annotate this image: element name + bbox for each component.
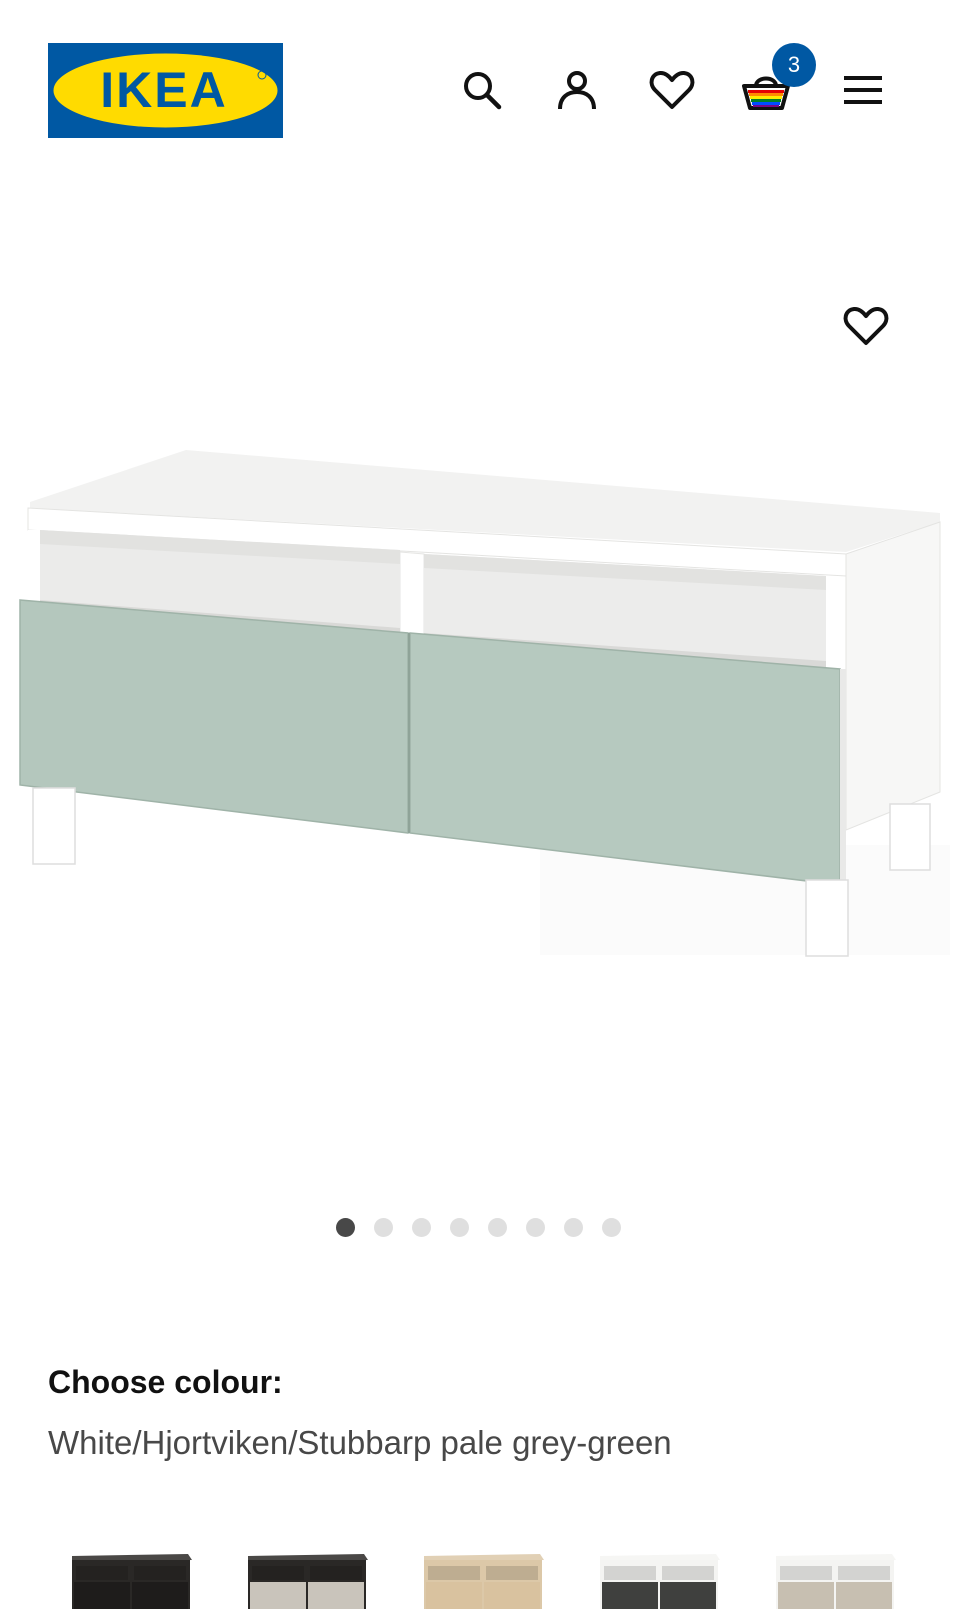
- logo-text: IKEA: [100, 62, 227, 118]
- search-icon[interactable]: [454, 62, 510, 118]
- cart-count-badge: 3: [772, 43, 816, 87]
- choose-colour-heading: Choose colour:: [48, 1364, 283, 1400]
- favourites-icon[interactable]: [644, 62, 700, 118]
- ikea-logo[interactable]: IKEA: [48, 43, 283, 138]
- carousel-dot[interactable]: [526, 1218, 545, 1237]
- account-icon[interactable]: [549, 62, 605, 118]
- menu-icon[interactable]: [835, 62, 891, 118]
- carousel-dot[interactable]: [336, 1218, 355, 1237]
- header: IKEA 3: [0, 0, 960, 160]
- carousel-dot[interactable]: [412, 1218, 431, 1237]
- selected-colour-text: White/Hjortviken/Stubbarp pale grey-gree…: [48, 1424, 672, 1461]
- colour-swatch[interactable]: [68, 1548, 194, 1609]
- carousel-dot[interactable]: [488, 1218, 507, 1237]
- colour-swatch[interactable]: [772, 1548, 898, 1609]
- colour-swatch-list: [0, 1530, 960, 1609]
- carousel-dot[interactable]: [564, 1218, 583, 1237]
- carousel-dot[interactable]: [602, 1218, 621, 1237]
- heart-outline-icon: [843, 306, 889, 345]
- carousel-dot[interactable]: [374, 1218, 393, 1237]
- carousel-indicators: [336, 1218, 621, 1238]
- product-image[interactable]: [0, 440, 960, 960]
- colour-swatch[interactable]: [244, 1548, 370, 1609]
- add-to-favourites-button[interactable]: [838, 298, 894, 354]
- colour-swatch[interactable]: [420, 1548, 546, 1609]
- colour-swatch[interactable]: [596, 1548, 722, 1609]
- carousel-dot[interactable]: [450, 1218, 469, 1237]
